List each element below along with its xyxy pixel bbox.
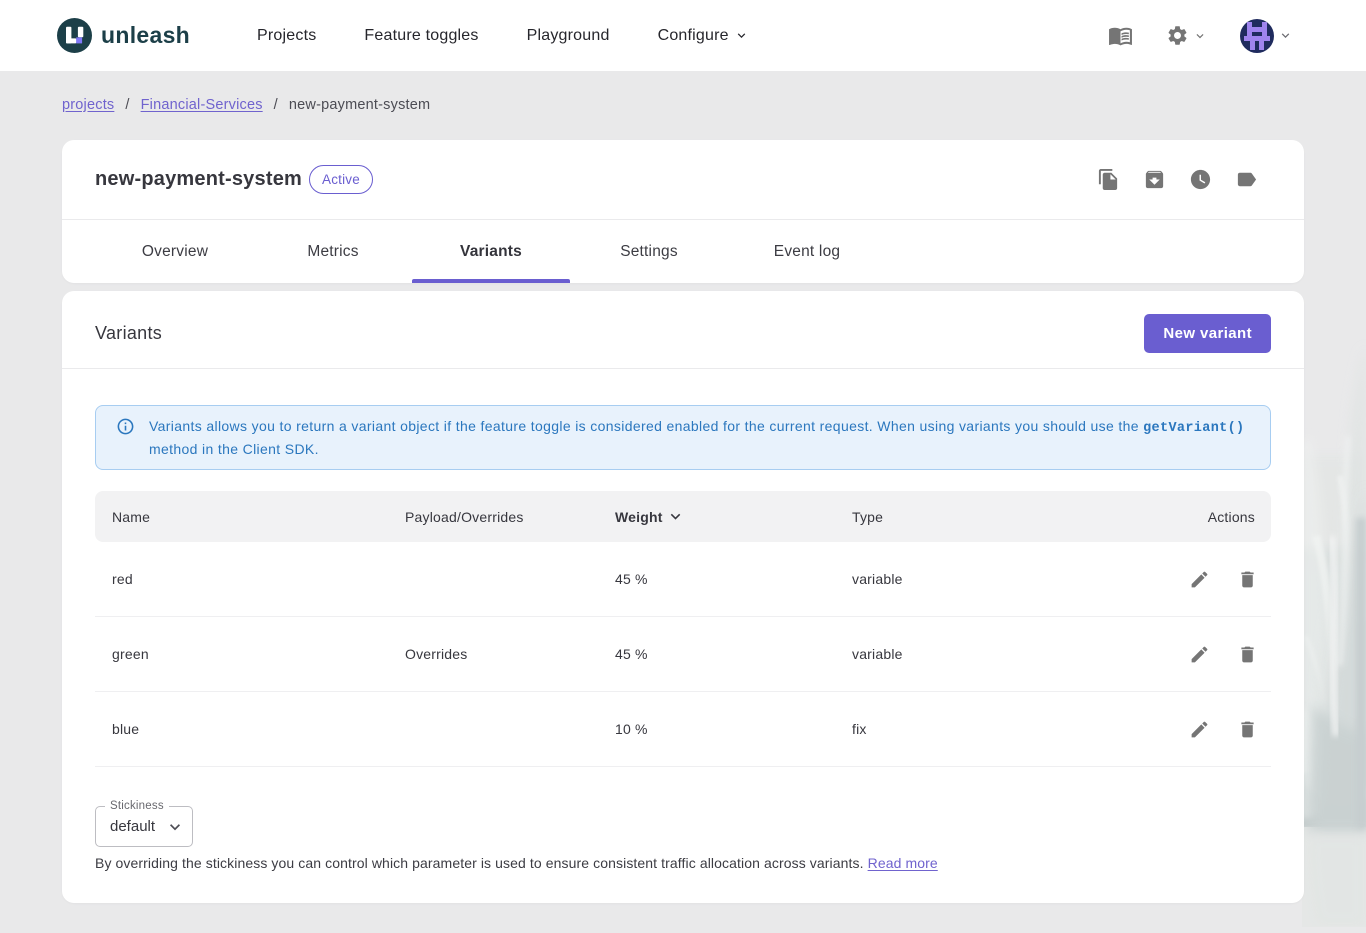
brand-name: unleash — [101, 22, 190, 49]
copy-feature-button[interactable] — [1097, 168, 1120, 191]
breadcrumb-current: new-payment-system — [289, 97, 430, 113]
breadcrumb-separator: / — [125, 97, 129, 113]
chevron-down-icon — [734, 28, 749, 43]
gear-icon — [1166, 24, 1189, 47]
variant-name: green — [95, 646, 388, 662]
sort-chevron-down-icon — [666, 507, 685, 526]
edit-variant-button[interactable] — [1181, 711, 1217, 747]
table-header-row: Name Payload/Overrides Weight Type Actio… — [95, 491, 1271, 542]
info-alert: Variants allows you to return a variant … — [95, 405, 1271, 470]
variant-weight: 10 % — [598, 721, 835, 737]
variants-table: Name Payload/Overrides Weight Type Actio… — [95, 491, 1271, 767]
column-header-name[interactable]: Name — [95, 509, 388, 525]
chevron-down-icon — [1193, 29, 1207, 43]
breadcrumb-projects[interactable]: projects — [62, 97, 114, 113]
new-variant-button[interactable]: New variant — [1144, 314, 1271, 353]
code-snippet: getVariant() — [1143, 421, 1244, 436]
feature-header-card: new-payment-system Active Overview Me — [62, 140, 1304, 283]
breadcrumb-project-name[interactable]: Financial-Services — [141, 97, 263, 113]
nav-projects[interactable]: Projects — [257, 27, 316, 45]
feature-actions — [1097, 168, 1258, 191]
status-badge: Active — [309, 165, 373, 194]
pencil-icon — [1189, 644, 1210, 665]
variant-type: variable — [835, 646, 1135, 662]
variant-name: red — [95, 571, 388, 587]
tab-metrics[interactable]: Metrics — [254, 220, 412, 283]
table-row: red 45 % variable — [95, 542, 1271, 617]
unleash-logo[interactable]: unleash — [57, 18, 190, 53]
delete-variant-button[interactable] — [1229, 636, 1265, 672]
chevron-down-icon — [1278, 28, 1293, 43]
delete-variant-button[interactable] — [1229, 561, 1265, 597]
card-divider — [62, 368, 1304, 369]
table-row: blue 10 % fix — [95, 692, 1271, 767]
pencil-icon — [1189, 719, 1210, 740]
variant-weight: 45 % — [598, 646, 835, 662]
delete-variant-button[interactable] — [1229, 711, 1265, 747]
settings-menu-button[interactable] — [1166, 24, 1207, 47]
variant-name: blue — [95, 721, 388, 737]
variant-weight: 45 % — [598, 571, 835, 587]
edit-variant-button[interactable] — [1181, 636, 1217, 672]
clock-icon — [1189, 168, 1212, 191]
column-header-weight[interactable]: Weight — [615, 507, 835, 526]
tab-overview[interactable]: Overview — [96, 220, 254, 283]
feature-title: new-payment-system — [95, 168, 302, 191]
breadcrumb-separator: / — [274, 97, 278, 113]
column-header-actions: Actions — [1135, 509, 1271, 525]
archive-feature-button[interactable] — [1143, 168, 1166, 191]
section-title: Variants — [95, 323, 162, 344]
app-header: unleash Projects Feature toggles Playgro… — [0, 0, 1366, 71]
variant-type: variable — [835, 571, 1135, 587]
pencil-icon — [1189, 569, 1210, 590]
info-icon — [116, 417, 135, 436]
variants-card: Variants New variant Variants allows you… — [62, 291, 1304, 903]
trash-icon — [1237, 719, 1258, 740]
column-header-type[interactable]: Type — [835, 509, 1135, 525]
info-alert-text: Variants allows you to return a variant … — [149, 416, 1245, 459]
table-row: green Overrides 45 % variable — [95, 617, 1271, 692]
tab-event-log[interactable]: Event log — [728, 220, 886, 283]
copy-icon — [1097, 168, 1120, 191]
variant-payload: Overrides — [388, 646, 598, 662]
tab-variants[interactable]: Variants — [412, 220, 570, 283]
unleash-logo-icon — [57, 18, 92, 53]
background-texture — [1302, 286, 1366, 926]
tab-settings[interactable]: Settings — [570, 220, 728, 283]
main-nav: Projects Feature toggles Playground Conf… — [257, 27, 749, 45]
nav-configure[interactable]: Configure — [658, 27, 749, 45]
active-tab-indicator — [412, 279, 570, 283]
book-icon — [1108, 23, 1133, 48]
documentation-button[interactable] — [1108, 23, 1133, 48]
tags-button[interactable] — [1235, 168, 1258, 191]
read-more-link[interactable]: Read more — [868, 855, 938, 871]
stickiness-select-value: default — [110, 818, 155, 835]
stale-toggle-button[interactable] — [1189, 168, 1212, 191]
user-menu-button[interactable] — [1240, 19, 1293, 53]
archive-icon — [1143, 168, 1166, 191]
variant-type: fix — [835, 721, 1135, 737]
trash-icon — [1237, 644, 1258, 665]
feature-tabs: Overview Metrics Variants Settings Event… — [96, 220, 1304, 283]
trash-icon — [1237, 569, 1258, 590]
stickiness-select[interactable]: Stickiness default — [95, 806, 193, 847]
tag-icon — [1235, 168, 1258, 191]
nav-feature-toggles[interactable]: Feature toggles — [364, 27, 478, 45]
header-actions — [1108, 19, 1293, 53]
avatar — [1240, 19, 1274, 53]
breadcrumb: projects / Financial-Services / new-paym… — [0, 71, 1366, 138]
column-header-payload[interactable]: Payload/Overrides — [388, 509, 598, 525]
nav-playground[interactable]: Playground — [527, 27, 610, 45]
stickiness-select-label: Stickiness — [105, 800, 169, 812]
stickiness-helper-text: By overriding the stickiness you can con… — [95, 855, 1271, 871]
chevron-down-icon — [165, 817, 185, 837]
edit-variant-button[interactable] — [1181, 561, 1217, 597]
